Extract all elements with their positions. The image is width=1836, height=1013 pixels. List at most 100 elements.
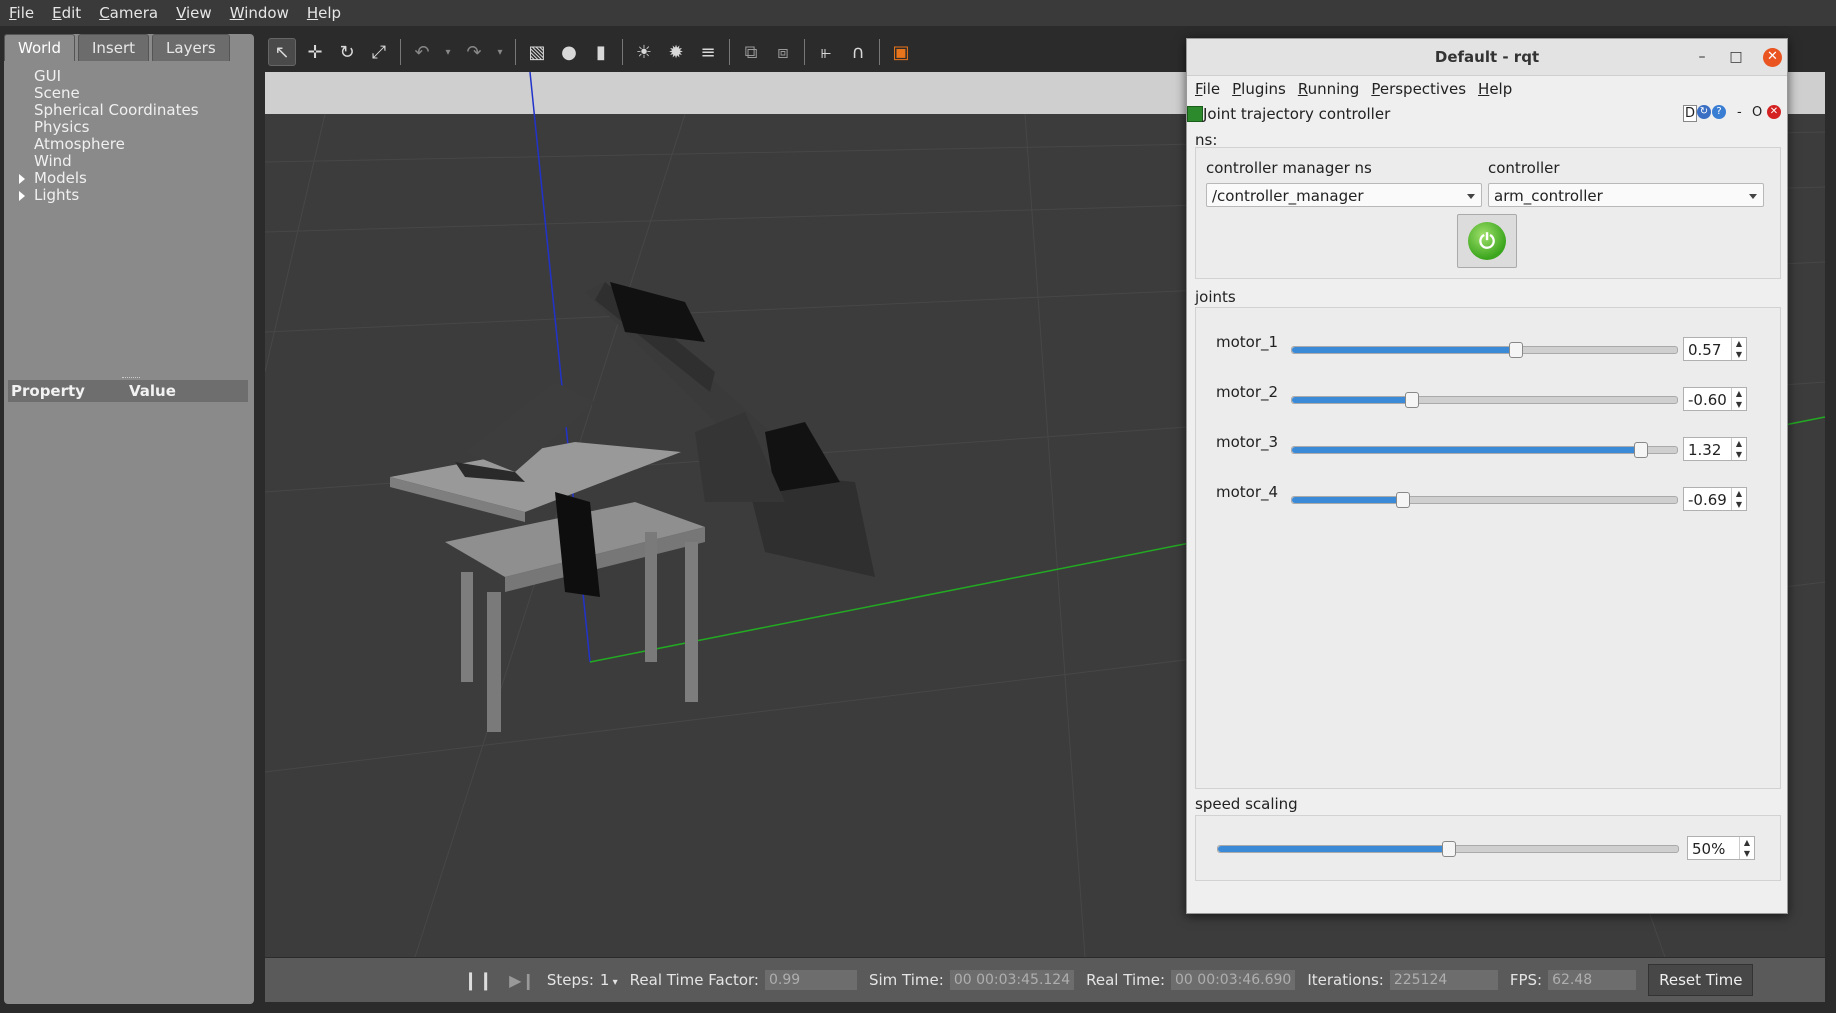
toolbar-divider — [400, 39, 401, 65]
tree-item-gui[interactable]: GUI — [34, 68, 199, 85]
translate-mode-icon[interactable]: ✛ — [302, 39, 328, 65]
reload-icon[interactable]: ↻ — [1697, 105, 1711, 119]
tree-item-lights[interactable]: Lights — [19, 187, 199, 204]
step-icon[interactable]: ▶❙ — [509, 971, 535, 990]
menu-file[interactable]: File — [0, 4, 43, 22]
redo-icon[interactable]: ↷ — [461, 39, 487, 65]
gazebo-menubar: File Edit Camera View Window Help — [0, 0, 1836, 26]
slider-handle[interactable] — [1405, 392, 1420, 408]
iterations-label: Iterations: — [1307, 971, 1384, 989]
slider-fill — [1292, 497, 1402, 503]
close-plugin-icon[interactable]: ✕ — [1767, 105, 1781, 119]
tree-item-spherical-coordinates[interactable]: Spherical Coordinates — [34, 102, 199, 119]
minimize-plugin-button[interactable]: - — [1737, 105, 1742, 120]
help-icon[interactable]: ? — [1712, 105, 1726, 119]
iterations-value: 225124 — [1389, 970, 1498, 990]
controller-value: arm_controller — [1494, 187, 1603, 205]
dock-button[interactable]: D — [1683, 105, 1698, 122]
slider-handle[interactable] — [1395, 492, 1410, 508]
point-light-icon[interactable]: ☀ — [631, 39, 657, 65]
copy-icon[interactable]: ⧉ — [738, 39, 764, 65]
tree-item-atmosphere[interactable]: Atmosphere — [34, 136, 199, 153]
controller-combo[interactable]: arm_controller — [1488, 183, 1764, 207]
value-column-header: Value — [129, 382, 176, 400]
align-icon[interactable]: ⫦ — [813, 39, 839, 65]
joint-slider[interactable] — [1291, 492, 1678, 508]
steps-spinner[interactable]: 1 ▾ — [600, 971, 618, 989]
pause-icon[interactable]: ❙❙ — [463, 970, 493, 991]
toolbar-divider — [879, 39, 880, 65]
plugin-title: Joint trajectory controller — [1203, 105, 1391, 123]
steps-dropdown-icon[interactable]: ▾ — [609, 977, 618, 988]
close-icon[interactable]: ✕ — [1763, 48, 1782, 67]
controller-power-button[interactable]: ⏻ — [1457, 214, 1517, 268]
slider-handle[interactable] — [1442, 841, 1456, 857]
rqt-menu-plugins[interactable]: Plugins — [1226, 80, 1292, 98]
joint-value-spinbox[interactable]: -0.69 ▲ ▼ — [1683, 487, 1747, 511]
tree-item-physics[interactable]: Physics — [34, 119, 199, 136]
spin-arrows-icon[interactable]: ▲ ▼ — [1731, 338, 1746, 360]
simulation-status-bar: ❙❙ ▶❙ Steps: 1 ▾ Real Time Factor: 0.99 … — [265, 958, 1825, 1002]
menu-view[interactable]: View — [167, 4, 221, 22]
table-model[interactable] — [390, 442, 705, 732]
tab-world[interactable]: World — [4, 34, 75, 61]
toolbar-divider — [622, 39, 623, 65]
paste-icon[interactable]: ⧈ — [770, 39, 796, 65]
rotate-mode-icon[interactable]: ↻ — [334, 39, 360, 65]
speed-scaling-slider[interactable] — [1217, 841, 1679, 857]
expand-arrow-icon[interactable] — [19, 174, 25, 184]
directional-light-icon[interactable]: ≡ — [695, 39, 721, 65]
joint-slider[interactable] — [1291, 442, 1678, 458]
menu-help[interactable]: Help — [298, 4, 350, 22]
tree-item-scene[interactable]: Scene — [34, 85, 199, 102]
undo-icon[interactable]: ↶ — [409, 39, 435, 65]
fps-value: 62.48 — [1548, 970, 1637, 990]
speed-scaling-spinbox[interactable]: 50% ▲ ▼ — [1687, 836, 1755, 860]
menu-camera[interactable]: Camera — [90, 4, 167, 22]
controller-manager-combo[interactable]: /controller_manager — [1206, 183, 1482, 207]
power-icon: ⏻ — [1468, 222, 1506, 260]
redo-history-icon[interactable]: ▾ — [493, 39, 507, 65]
menu-edit[interactable]: Edit — [43, 4, 90, 22]
minimize-icon[interactable]: – — [1693, 49, 1711, 67]
tab-layers[interactable]: Layers — [152, 34, 230, 61]
snap-icon[interactable]: ∩ — [845, 39, 871, 65]
view-angle-icon[interactable]: ▣ — [888, 39, 914, 65]
spin-arrows-icon[interactable]: ▲ ▼ — [1731, 388, 1746, 410]
spin-arrows-icon[interactable]: ▲ ▼ — [1739, 837, 1754, 859]
expand-arrow-icon[interactable] — [19, 191, 25, 201]
joint-slider[interactable] — [1291, 392, 1678, 408]
reset-time-button[interactable]: Reset Time — [1648, 964, 1754, 996]
joint-value-spinbox[interactable]: 1.32 ▲ ▼ — [1683, 437, 1747, 461]
rqt-menu-file[interactable]: File — [1189, 80, 1226, 98]
slider-handle[interactable] — [1509, 342, 1524, 358]
joint-value-spinbox[interactable]: -0.60 ▲ ▼ — [1683, 387, 1747, 411]
maximize-icon[interactable]: □ — [1727, 49, 1745, 67]
undo-history-icon[interactable]: ▾ — [441, 39, 455, 65]
scale-mode-icon[interactable]: ⤢ — [366, 39, 392, 65]
spin-arrows-icon[interactable]: ▲ ▼ — [1731, 438, 1746, 460]
tree-item-models[interactable]: Models — [19, 170, 199, 187]
tab-insert[interactable]: Insert — [78, 34, 150, 61]
rqt-titlebar[interactable]: Default - rqt – □ ✕ — [1187, 39, 1787, 76]
joint-value-spinbox[interactable]: 0.57 ▲ ▼ — [1683, 337, 1747, 361]
cylinder-shape-icon[interactable]: ▮ — [588, 39, 614, 65]
controller-manager-value: /controller_manager — [1212, 187, 1364, 205]
rqt-menu-help[interactable]: Help — [1472, 80, 1518, 98]
spot-light-icon[interactable]: ✹ — [663, 39, 689, 65]
slider-fill — [1218, 846, 1448, 852]
rqt-menu-running[interactable]: Running — [1292, 80, 1365, 98]
spin-arrows-icon[interactable]: ▲ ▼ — [1731, 488, 1746, 510]
slider-handle[interactable] — [1634, 442, 1649, 458]
plugin-chart-icon — [1187, 106, 1203, 122]
select-mode-icon[interactable]: ↖ — [268, 38, 296, 66]
sphere-shape-icon[interactable]: ● — [556, 39, 582, 65]
float-plugin-button[interactable]: O — [1752, 105, 1762, 120]
joint-slider[interactable] — [1291, 342, 1678, 358]
real-time-label: Real Time: — [1086, 971, 1166, 989]
rqt-menu-perspectives[interactable]: Perspectives — [1365, 80, 1472, 98]
box-shape-icon[interactable]: ▧ — [524, 39, 550, 65]
menu-window[interactable]: Window — [221, 4, 298, 22]
slider-fill — [1292, 397, 1412, 403]
tree-item-wind[interactable]: Wind — [34, 153, 199, 170]
